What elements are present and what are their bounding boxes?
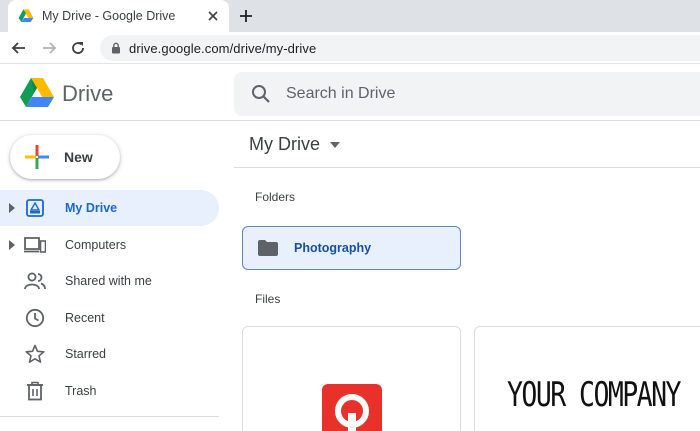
browser-tab-my-drive[interactable]: My Drive - Google Drive — [8, 0, 229, 32]
main-content: My Drive Folders Photography Files YOUR … — [234, 122, 700, 431]
sidebar-item-my-drive[interactable]: My Drive — [0, 190, 219, 226]
file-card[interactable] — [242, 326, 461, 431]
multicolor-plus-icon — [25, 145, 49, 169]
google-drive-logo-icon[interactable] — [20, 77, 54, 107]
drive-header: Drive — [0, 65, 700, 121]
red-app-icon — [322, 384, 382, 431]
file-card[interactable]: YOUR COMPANY — [474, 326, 700, 431]
my-drive-icon — [24, 197, 46, 219]
sidebar-divider — [0, 416, 219, 417]
url-text: drive.google.com/drive/my-drive — [129, 40, 317, 56]
folder-name: Photography — [294, 241, 372, 255]
search-bar[interactable] — [234, 72, 700, 116]
address-bar[interactable]: drive.google.com/drive/my-drive — [100, 35, 700, 61]
expand-caret-icon[interactable] — [9, 203, 15, 213]
back-arrow-icon[interactable] — [9, 38, 29, 58]
sidebar-item-label: Starred — [65, 347, 106, 361]
sidebar-item-label: My Drive — [65, 201, 118, 215]
file-preview-text: YOUR COMPANY — [507, 375, 681, 415]
tab-close-icon[interactable] — [205, 8, 221, 24]
trash-icon — [24, 380, 46, 402]
clock-icon — [24, 307, 46, 329]
search-icon[interactable] — [250, 83, 272, 105]
files-section-label: Files — [255, 292, 281, 306]
new-button[interactable]: New — [10, 135, 120, 179]
expand-caret-icon[interactable] — [9, 239, 15, 250]
sidebar-item-label: Recent — [65, 310, 105, 325]
product-name[interactable]: Drive — [62, 81, 113, 107]
folder-item[interactable]: Photography — [242, 226, 461, 270]
star-icon — [24, 343, 46, 365]
main-divider — [234, 167, 700, 168]
page-title: My Drive — [249, 134, 320, 154]
sidebar-item-label: Shared with me — [65, 274, 152, 288]
google-drive-favicon-icon — [18, 9, 34, 22]
browser-tab-strip: My Drive - Google Drive — [0, 0, 700, 32]
lock-icon — [112, 42, 120, 54]
people-icon — [24, 270, 46, 292]
new-button-label: New — [64, 149, 93, 165]
sidebar-nav: My Drive Computers Shared with me Recent… — [0, 190, 219, 409]
sidebar-item-label: Computers — [65, 237, 127, 252]
search-input[interactable] — [286, 85, 666, 103]
dropdown-arrow-icon — [330, 141, 340, 148]
sidebar-item-trash[interactable]: Trash — [0, 373, 219, 409]
browser-toolbar: drive.google.com/drive/my-drive — [0, 32, 700, 64]
folders-section-label: Folders — [255, 190, 296, 204]
tab-title: My Drive - Google Drive — [42, 9, 176, 23]
location-dropdown[interactable]: My Drive — [249, 134, 340, 155]
forward-arrow-icon[interactable] — [39, 38, 59, 58]
sidebar-item-shared-with-me[interactable]: Shared with me — [0, 263, 219, 299]
sidebar-item-starred[interactable]: Starred — [0, 336, 219, 372]
sidebar-item-label: Trash — [65, 383, 97, 398]
reload-icon[interactable] — [68, 38, 88, 58]
computers-icon — [24, 234, 46, 256]
folder-icon — [258, 240, 278, 256]
sidebar-item-computers[interactable]: Computers — [0, 227, 219, 263]
sidebar-item-recent[interactable]: Recent — [0, 300, 219, 336]
new-tab-plus-icon[interactable] — [236, 6, 256, 26]
